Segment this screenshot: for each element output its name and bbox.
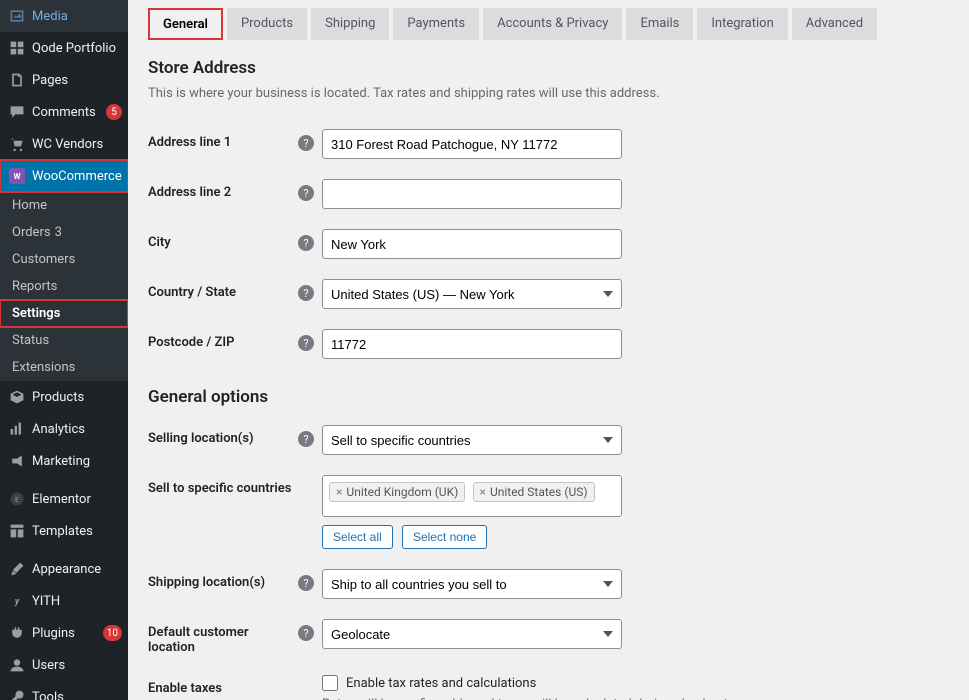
select-none-button[interactable]: Select none (402, 525, 487, 549)
box-icon (8, 388, 26, 406)
sell-countries-multiselect[interactable]: ×United Kingdom (UK) ×United States (US) (322, 475, 622, 517)
tab-integration[interactable]: Integration (697, 8, 787, 40)
woo-icon: W (8, 167, 26, 185)
woocommerce-submenu: Home Orders3 Customers Reports Settings … (0, 192, 128, 381)
tab-accounts-privacy[interactable]: Accounts & Privacy (483, 8, 622, 40)
customer-location-label: Default customer location (148, 619, 298, 655)
city-input[interactable] (322, 229, 622, 259)
submenu-customers[interactable]: Customers (0, 246, 128, 273)
wrench-icon (8, 688, 26, 700)
close-icon[interactable]: × (336, 485, 342, 499)
tab-payments[interactable]: Payments (393, 8, 479, 40)
comments-badge: 5 (106, 104, 122, 120)
sidebar-item-pages[interactable]: Pages (0, 64, 128, 96)
sidebar-item-elementor[interactable]: E Elementor (0, 483, 128, 515)
orders-badge: 3 (55, 225, 62, 240)
sidebar-item-templates[interactable]: Templates (0, 515, 128, 547)
address2-input[interactable] (322, 179, 622, 209)
plugins-badge: 10 (103, 625, 122, 641)
help-icon[interactable]: ? (298, 185, 314, 201)
submenu-home[interactable]: Home (0, 192, 128, 219)
sidebar-item-yith[interactable]: y YITH (0, 585, 128, 617)
tab-advanced[interactable]: Advanced (792, 8, 877, 40)
sidebar-item-marketing[interactable]: Marketing (0, 445, 128, 477)
help-icon[interactable]: ? (298, 575, 314, 591)
user-icon (8, 656, 26, 674)
help-icon[interactable]: ? (298, 625, 314, 641)
section-store-address-title: Store Address (148, 58, 949, 78)
zip-label: Postcode / ZIP (148, 329, 298, 350)
country-select[interactable]: United States (US) — New York (322, 279, 622, 309)
help-icon[interactable]: ? (298, 431, 314, 447)
sidebar-item-plugins[interactable]: Plugins 10 (0, 617, 128, 649)
sidebar-item-media[interactable]: Media (0, 0, 128, 32)
help-icon[interactable]: ? (298, 285, 314, 301)
sidebar-item-products[interactable]: Products (0, 381, 128, 413)
tab-general[interactable]: General (148, 8, 223, 40)
sidebar-item-analytics[interactable]: Analytics (0, 413, 128, 445)
tab-shipping[interactable]: Shipping (311, 8, 389, 40)
help-icon[interactable]: ? (298, 135, 314, 151)
admin-sidebar: Media Qode Portfolio Pages Comments 5 WC… (0, 0, 128, 700)
sidebar-item-appearance[interactable]: Appearance (0, 553, 128, 585)
settings-content: General Products Shipping Payments Accou… (128, 0, 969, 700)
enable-taxes-checkbox[interactable] (322, 675, 338, 691)
svg-text:y: y (14, 597, 20, 607)
enable-taxes-cb-label: Enable tax rates and calculations (346, 676, 536, 691)
sidebar-item-comments[interactable]: Comments 5 (0, 96, 128, 128)
page-icon (8, 71, 26, 89)
submenu-status[interactable]: Status (0, 327, 128, 354)
close-icon[interactable]: × (480, 485, 486, 499)
country-chip: ×United States (US) (473, 482, 595, 502)
enable-taxes-label: Enable taxes (148, 675, 298, 696)
select-all-button[interactable]: Select all (322, 525, 393, 549)
svg-text:W: W (14, 172, 21, 181)
zip-input[interactable] (322, 329, 622, 359)
help-icon[interactable]: ? (298, 235, 314, 251)
settings-tabs: General Products Shipping Payments Accou… (148, 8, 949, 40)
country-label: Country / State (148, 279, 298, 300)
submenu-extensions[interactable]: Extensions (0, 354, 128, 381)
sidebar-item-wc-vendors[interactable]: WC Vendors (0, 128, 128, 160)
svg-text:E: E (15, 495, 19, 503)
address2-label: Address line 2 (148, 179, 298, 200)
yith-icon: y (8, 592, 26, 610)
submenu-reports[interactable]: Reports (0, 273, 128, 300)
selling-location-select[interactable]: Sell to specific countries (322, 425, 622, 455)
submenu-settings[interactable]: Settings (0, 300, 128, 327)
plugin-icon (8, 624, 26, 642)
sidebar-item-users[interactable]: Users (0, 649, 128, 681)
brush-icon (8, 560, 26, 578)
address1-input[interactable] (322, 129, 622, 159)
shipping-location-label: Shipping location(s) (148, 569, 298, 590)
sidebar-item-tools[interactable]: Tools (0, 681, 128, 700)
help-icon[interactable]: ? (298, 335, 314, 351)
elementor-icon: E (8, 490, 26, 508)
city-label: City (148, 229, 298, 250)
sidebar-item-qode-portfolio[interactable]: Qode Portfolio (0, 32, 128, 64)
submenu-orders[interactable]: Orders3 (0, 219, 128, 246)
sell-countries-label: Sell to specific countries (148, 475, 298, 496)
address1-label: Address line 1 (148, 129, 298, 150)
megaphone-icon (8, 452, 26, 470)
customer-location-select[interactable]: Geolocate (322, 619, 622, 649)
cart-icon (8, 135, 26, 153)
media-icon (8, 7, 26, 25)
country-chip: ×United Kingdom (UK) (329, 482, 465, 502)
comment-icon (8, 103, 26, 121)
sidebar-item-woocommerce[interactable]: W WooCommerce ◂ (0, 160, 128, 192)
section-store-address-desc: This is where your business is located. … (148, 86, 949, 101)
grid-icon (8, 39, 26, 57)
tab-products[interactable]: Products (227, 8, 307, 40)
tab-emails[interactable]: Emails (626, 8, 693, 40)
section-general-options-title: General options (148, 387, 949, 407)
selling-location-label: Selling location(s) (148, 425, 298, 446)
shipping-location-select[interactable]: Ship to all countries you sell to (322, 569, 622, 599)
chart-icon (8, 420, 26, 438)
templates-icon (8, 522, 26, 540)
